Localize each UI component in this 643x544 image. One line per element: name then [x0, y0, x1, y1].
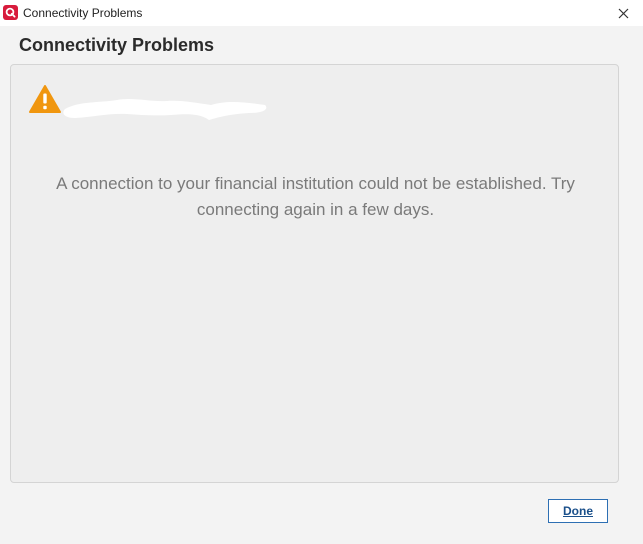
- quicken-logo-icon: [3, 5, 18, 20]
- title-bar: Connectivity Problems: [0, 0, 643, 26]
- done-button-label: Done: [563, 504, 593, 518]
- warning-icon: [29, 85, 61, 113]
- close-button[interactable]: [603, 0, 643, 26]
- done-button[interactable]: Done: [548, 499, 608, 523]
- window-title: Connectivity Problems: [23, 6, 143, 20]
- message-panel: A connection to your financial instituti…: [10, 64, 619, 483]
- dialog-window: Connectivity Problems Connectivity Probl…: [0, 0, 643, 544]
- redacted-institution-name: [63, 99, 267, 120]
- close-icon: [618, 8, 628, 18]
- error-message: A connection to your financial instituti…: [56, 174, 575, 219]
- dialog-heading: Connectivity Problems: [19, 35, 215, 55]
